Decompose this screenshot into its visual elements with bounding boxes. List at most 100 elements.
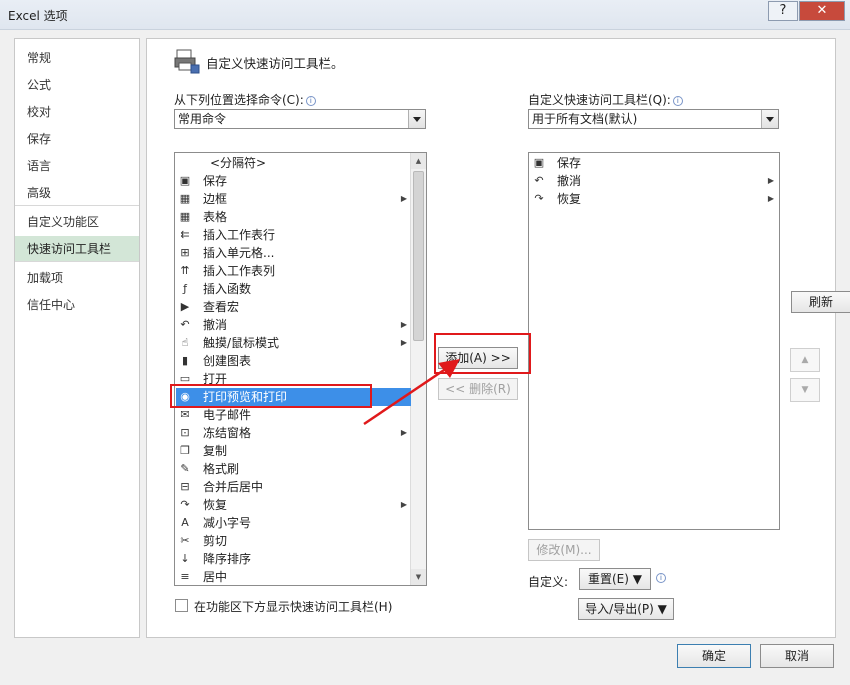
list-item-label: 复制: [203, 444, 228, 458]
undo-icon: ↶: [180, 318, 190, 331]
decrease-font-icon: A: [181, 516, 189, 529]
info-icon: i: [672, 96, 683, 106]
list-item-label: 插入单元格...: [203, 246, 275, 260]
toolbar-commands-list[interactable]: ▣ 保存 ↶ 撤消 ▶ ↷ 恢复 ▶: [528, 152, 780, 530]
help-button[interactable]: ?: [768, 1, 798, 21]
list-item-label: 触摸/鼠标模式: [203, 336, 280, 350]
save-icon: ▣: [533, 156, 545, 169]
list-item-label: 查看宏: [203, 300, 240, 314]
list-item[interactable]: ⊟ 合并后居中: [176, 478, 411, 496]
copy-icon: ❐: [180, 444, 190, 457]
macro-icon: ▶: [180, 300, 190, 313]
show-below-ribbon-label: 在功能区下方显示快速访问工具栏(H): [194, 600, 393, 614]
list-item-label: 恢复: [557, 192, 582, 206]
modify-button[interactable]: 修改(M)...: [528, 539, 600, 561]
customize-label: 自定义:: [528, 575, 569, 589]
nav-item[interactable]: 校对: [15, 99, 139, 125]
info-icon: i: [305, 96, 316, 106]
list-item-label: 降序排序: [203, 552, 252, 566]
list-item[interactable]: ≡ 居中: [176, 568, 411, 585]
list-item[interactable]: ↓ 降序排序: [176, 550, 411, 568]
table-icon: ▦: [179, 210, 191, 223]
chevron-right-icon: ▶: [767, 176, 774, 185]
list-item-label: 边框: [203, 192, 228, 206]
nav-item[interactable]: 自定义功能区: [15, 209, 139, 235]
refresh-button[interactable]: 刷新: [791, 291, 850, 313]
nav-item[interactable]: 信任中心: [15, 292, 139, 318]
move-down-button[interactable]: ▼: [790, 378, 820, 402]
customize-toolbar-label-text: 自定义快速访问工具栏(Q):: [528, 93, 671, 107]
highlight-box-selected: [170, 384, 372, 408]
list-item[interactable]: ▦ 边框 ▶: [176, 190, 411, 208]
scroll-up-icon[interactable]: ▲: [411, 153, 426, 169]
options-nav: 常规 公式 校对 保存 语言 高级自定义功能区 快速访问工具栏 加载项 信任中心: [14, 38, 140, 638]
list-item[interactable]: ⇈ 插入工作表列: [176, 262, 411, 280]
chevron-right-icon: ▶: [400, 500, 407, 509]
list-item-label: 电子邮件: [203, 408, 252, 422]
nav-item[interactable]: 公式: [15, 72, 139, 98]
list-item[interactable]: ⇇ 插入工作表行: [176, 226, 411, 244]
freeze-panes-icon: ⊡: [180, 426, 190, 439]
function-icon: ƒ: [183, 282, 187, 295]
list-item-label: 插入函数: [203, 282, 252, 296]
insert-column-icon: ⇈: [180, 264, 190, 277]
list-item-label: 创建图表: [203, 354, 252, 368]
close-button[interactable]: ✕: [799, 1, 845, 21]
nav-item[interactable]: 语言: [15, 153, 139, 179]
annotation-arrow-icon: [363, 359, 460, 426]
cancel-button[interactable]: 取消: [760, 644, 834, 668]
list-item[interactable]: ↶ 撤消 ▶: [176, 316, 411, 334]
customize-toolbar-combo[interactable]: 用于所有文档(默认): [528, 109, 779, 129]
list-item-label: 撤消: [557, 174, 582, 188]
border-icon: ▦: [179, 192, 191, 205]
chevron-right-icon: ▶: [400, 320, 407, 329]
scrollbar-thumb[interactable]: [413, 171, 424, 341]
ok-button[interactable]: 确定: [677, 644, 751, 668]
insert-cells-icon: ⊞: [180, 246, 190, 259]
customize-toolbar-value: 用于所有文档(默认): [532, 112, 638, 126]
list-item-label: 恢复: [203, 498, 228, 512]
nav-divider: [15, 261, 139, 262]
nav-item[interactable]: 快速访问工具栏: [15, 236, 139, 262]
list-item-label: 居中: [203, 570, 228, 584]
list-item-label: 减小字号: [203, 516, 252, 530]
choose-commands-label: 从下列位置选择命令(C): i: [174, 91, 316, 108]
list-item[interactable]: ▣ 保存: [530, 154, 778, 172]
nav-item[interactable]: 高级: [15, 180, 139, 206]
list-item[interactable]: ↶ 撤消 ▶: [530, 172, 778, 190]
chevron-down-icon[interactable]: [761, 110, 778, 128]
show-below-ribbon-checkbox[interactable]: [175, 599, 188, 612]
list-item[interactable]: A 减小字号: [176, 514, 411, 532]
list-item[interactable]: ↷ 恢复 ▶: [530, 190, 778, 208]
insert-row-icon: ⇇: [180, 228, 190, 241]
move-up-button[interactable]: ▲: [790, 348, 820, 372]
nav-item[interactable]: 加载项: [15, 265, 139, 291]
list-item[interactable]: ▦ 表格: [176, 208, 411, 226]
choose-commands-label-text: 从下列位置选择命令(C):: [174, 93, 304, 107]
list-item[interactable]: ƒ 插入函数: [176, 280, 411, 298]
list-item[interactable]: ✎ 格式刷: [176, 460, 411, 478]
list-item-label: 合并后居中: [203, 480, 264, 494]
list-item-label: 冻结窗格: [203, 426, 252, 440]
email-icon: ✉: [180, 408, 190, 421]
list-item[interactable]: ✂ 剪切: [176, 532, 411, 550]
list-item-label: <分隔符>: [210, 156, 267, 170]
reset-button[interactable]: 重置(E) ▼: [579, 568, 651, 590]
list-item-label: 撤消: [203, 318, 228, 332]
list-item[interactable]: ↷ 恢复 ▶: [176, 496, 411, 514]
list-item[interactable]: ▣ 保存: [176, 172, 411, 190]
list-item[interactable]: ▶ 查看宏: [176, 298, 411, 316]
list-item[interactable]: ⊞ 插入单元格...: [176, 244, 411, 262]
nav-divider: [15, 205, 139, 206]
window-title: Excel 选项: [8, 9, 68, 23]
nav-item[interactable]: 保存: [15, 126, 139, 152]
redo-icon: ↷: [180, 498, 190, 511]
list-item[interactable]: ❐ 复制: [176, 442, 411, 460]
list-item-label: 格式刷: [203, 462, 240, 476]
import-export-button[interactable]: 导入/导出(P) ▼: [578, 598, 674, 620]
choose-commands-combo[interactable]: 常用命令: [174, 109, 426, 129]
nav-item[interactable]: 常规: [15, 45, 139, 71]
list-item[interactable]: <分隔符>: [176, 154, 411, 172]
chevron-down-icon[interactable]: [408, 110, 425, 128]
scroll-down-icon[interactable]: ▼: [411, 569, 426, 585]
